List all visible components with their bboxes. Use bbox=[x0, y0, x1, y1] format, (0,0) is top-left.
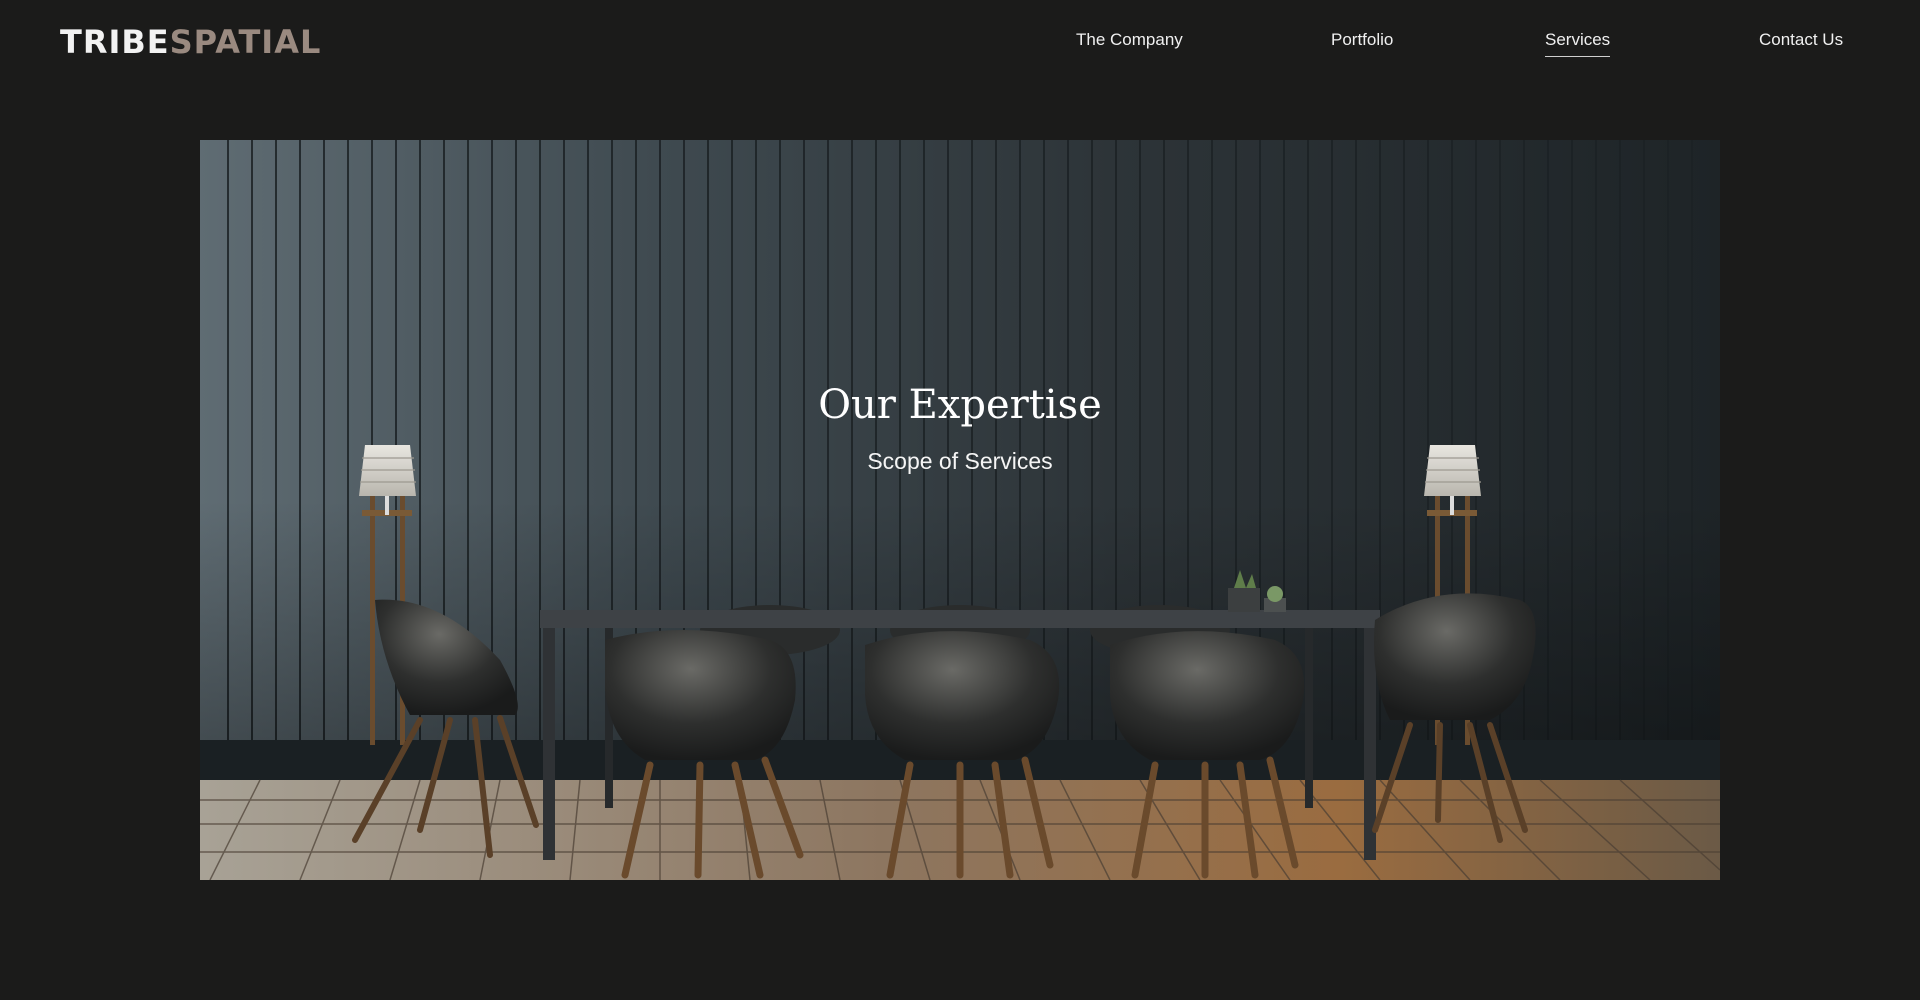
nav-item-contact-us[interactable]: Contact Us bbox=[1759, 30, 1843, 56]
nav-item-services[interactable]: Services bbox=[1545, 30, 1611, 57]
hero-banner: Our Expertise Scope of Services bbox=[200, 140, 1720, 880]
brand-logo-part1: TRIBE bbox=[60, 23, 170, 61]
hero-subtitle: Scope of Services bbox=[867, 448, 1053, 474]
brand-logo-part2: SPATIAL bbox=[169, 23, 322, 61]
brand-logo[interactable]: TRIBESPATIAL bbox=[60, 24, 321, 60]
nav-item-portfolio[interactable]: Portfolio bbox=[1331, 30, 1393, 56]
nav-item-the-company[interactable]: The Company bbox=[1076, 30, 1183, 56]
site-header: TRIBESPATIAL The Company Portfolio Servi… bbox=[0, 0, 1920, 84]
dining-room-image bbox=[200, 140, 1720, 880]
hero-title: Our Expertise bbox=[818, 382, 1102, 428]
